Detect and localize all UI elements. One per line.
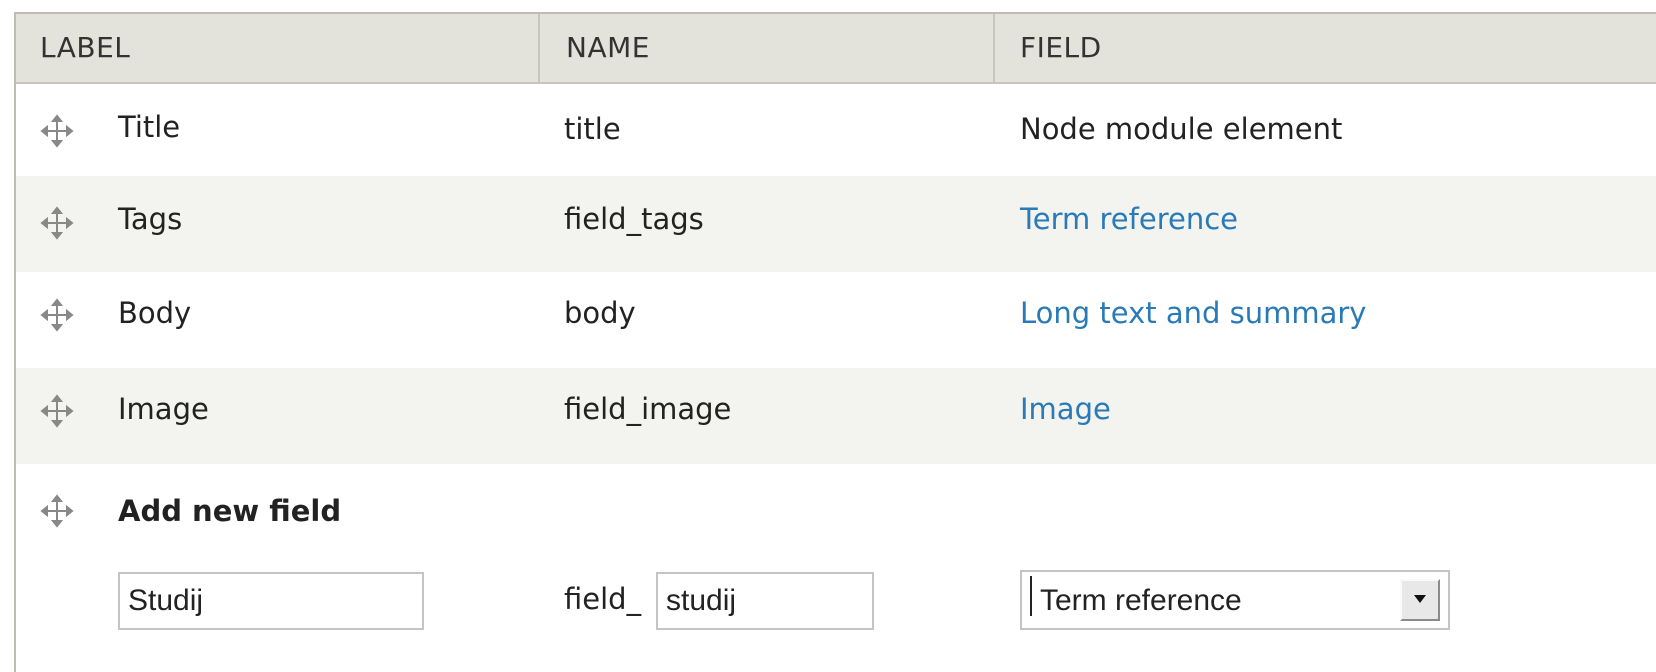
- row-label: Title: [118, 110, 181, 144]
- row-label: Image: [118, 392, 209, 426]
- table-row: Title title Node module element: [16, 84, 1656, 180]
- table-row: Tags field_tags Term reference: [16, 176, 1656, 272]
- field-type-select-value: Term reference: [1040, 584, 1242, 617]
- header-label: LABEL: [40, 31, 131, 64]
- drag-handle-icon[interactable]: [40, 494, 74, 528]
- field-type-link[interactable]: Image: [1020, 392, 1111, 426]
- row-machine-name: title: [564, 112, 621, 146]
- add-new-field-row: Add new field field_ Term reference: [16, 464, 1656, 644]
- drag-handle-icon[interactable]: [40, 394, 74, 428]
- row-machine-name: body: [564, 296, 636, 330]
- drag-handle-icon[interactable]: [40, 114, 74, 148]
- header-divider: [538, 14, 540, 82]
- chevron-down-icon[interactable]: [1400, 579, 1440, 621]
- field-type-link[interactable]: Long text and summary: [1020, 296, 1366, 330]
- header-divider: [993, 14, 995, 82]
- table-row: Image field_image Image: [16, 368, 1656, 464]
- text-cursor: [1030, 576, 1032, 616]
- row-label: Tags: [118, 202, 183, 236]
- new-field-label-input[interactable]: [118, 572, 424, 630]
- header-name: NAME: [566, 31, 650, 64]
- new-field-machine-name-input[interactable]: [656, 572, 874, 630]
- row-label: Body: [118, 296, 192, 330]
- header-field: FIELD: [1020, 31, 1102, 64]
- add-new-field-heading: Add new field: [118, 494, 342, 528]
- table-row: Body body Long text and summary: [16, 272, 1656, 368]
- drag-handle-icon[interactable]: [40, 298, 74, 332]
- table-header: LABEL NAME FIELD: [16, 14, 1656, 84]
- row-field-type: Node module element: [1020, 112, 1343, 146]
- drag-handle-icon[interactable]: [40, 206, 74, 240]
- field-type-link[interactable]: Term reference: [1020, 202, 1238, 236]
- field-type-select[interactable]: Term reference: [1020, 570, 1450, 630]
- machine-name-prefix: field_: [564, 582, 642, 616]
- row-machine-name: field_image: [564, 392, 732, 426]
- row-machine-name: field_tags: [564, 202, 704, 236]
